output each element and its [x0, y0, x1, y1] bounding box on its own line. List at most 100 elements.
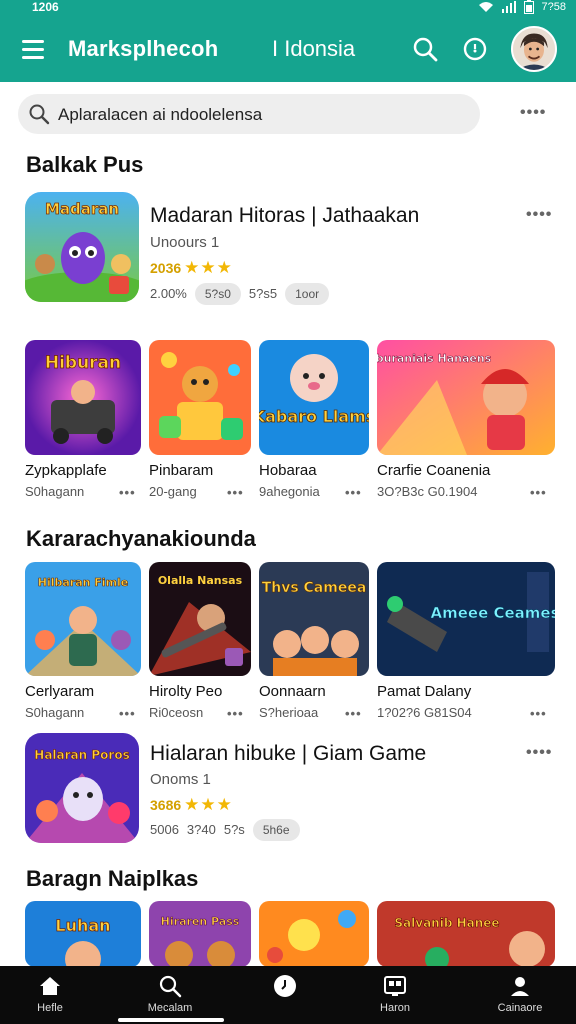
nav-label: Hefle — [37, 1002, 63, 1014]
meta-value: 5?s — [223, 822, 245, 837]
home-icon — [40, 977, 60, 995]
more-options-icon[interactable]: ••• — [119, 485, 136, 500]
app-card-name[interactable]: Oonnaarn — [259, 683, 326, 700]
more-options-icon[interactable]: ••• — [345, 485, 362, 500]
app-title[interactable]: Hialaran hibuke | Giam Game — [150, 742, 426, 766]
app-card-image[interactable]: Salvanib Hanee — [377, 901, 555, 967]
menu-icon[interactable] — [22, 40, 44, 59]
nav-item-home[interactable]: Hefle — [5, 974, 95, 1014]
app-card-sub: 3O?B3c G0.1904 — [377, 484, 478, 499]
app-title[interactable]: Madaran Hitoras | Jathaakan — [150, 204, 419, 228]
rating-value: 2036 — [150, 260, 182, 276]
app-subtitle: Onoms 1 — [150, 771, 211, 788]
app-subtitle: Unoours 1 — [150, 234, 220, 251]
art-label: Madaran — [45, 200, 119, 218]
app-title: Marksplhecoh — [68, 36, 219, 61]
app-card-image[interactable]: Olalla Nansas — [149, 562, 251, 676]
avatar-face-icon — [513, 28, 555, 70]
top-app-bar: 1206 7?58 Marksplhecoh I Idonsia — [0, 0, 576, 82]
app-card-image[interactable]: Ameee Ceames — [377, 562, 555, 676]
app-meta: 5006 3?40 5?s 5h6e — [150, 818, 300, 841]
meta-chip: 1oor — [285, 282, 330, 305]
art-label: Salvanib Hanee — [394, 916, 499, 930]
more-options-icon[interactable]: ••• — [119, 706, 136, 721]
star-rating-icon: ★★★ — [184, 258, 233, 277]
signal-icon — [501, 1, 516, 13]
nav-label: Cainaore — [497, 1002, 543, 1014]
app-card-name[interactable]: Cerlyaram — [25, 683, 94, 700]
more-options-icon[interactable]: ••• — [345, 706, 362, 721]
app-card-image[interactable]: Kabaro Llams — [259, 340, 369, 455]
more-options-icon[interactable]: •••• — [520, 104, 546, 122]
art-label: Olalla Nansas — [158, 574, 243, 587]
home-indicator — [118, 1018, 224, 1022]
app-card-image[interactable] — [259, 901, 369, 967]
meta-value: 3?40 — [186, 822, 216, 837]
wifi-icon — [478, 2, 493, 12]
more-options-icon[interactable]: ••• — [530, 485, 547, 500]
app-card-name[interactable]: Hirolty Peo — [149, 683, 222, 700]
app-card-sub: S?herioaa — [259, 705, 319, 720]
nav-item-search[interactable]: Mecalam — [125, 974, 215, 1014]
nav-item-account[interactable]: Cainaore — [475, 974, 565, 1014]
app-card-image[interactable]: Thvs Cameea — [259, 562, 369, 676]
avatar[interactable] — [511, 26, 557, 72]
meta-value: 5?s5 — [248, 286, 278, 301]
search-icon[interactable] — [412, 36, 438, 62]
search-input[interactable]: Aplaralacen ai ndoolelensa — [18, 94, 480, 134]
app-card-sub: Ri0ceosn — [149, 705, 204, 720]
app-card-image[interactable]: Hilbaran Fimle — [25, 562, 141, 676]
art-label: Hiburaniais Hanaens — [377, 352, 492, 365]
app-card-image[interactable]: Hiburan — [25, 340, 141, 455]
battery-icon — [523, 0, 534, 14]
more-options-icon[interactable]: •••• — [526, 744, 552, 762]
app-card-name[interactable]: Pinbaram — [149, 462, 213, 479]
nav-label: Haron — [380, 1002, 410, 1014]
section-title: Baragn Naiplkas — [26, 866, 199, 891]
history-icon[interactable] — [462, 36, 488, 62]
app-card-image[interactable] — [149, 340, 251, 455]
nav-item-games[interactable] — [240, 974, 330, 1002]
nav-label: Mecalam — [147, 1002, 193, 1014]
app-card-name[interactable]: Pamat Dalany — [377, 683, 471, 700]
featured-app-icon[interactable]: Halaran Poros — [25, 733, 139, 843]
art-label: Halaran Poros — [34, 748, 129, 762]
search-placeholder: Aplaralacen ai ndoolelensa — [58, 105, 263, 124]
art-label: Ameee Ceames — [430, 604, 555, 622]
games-icon — [274, 975, 296, 997]
search-icon — [29, 104, 50, 125]
app-card-image[interactable]: Luhan — [25, 901, 141, 967]
app-card-image[interactable]: Hiraren Pass — [149, 901, 251, 967]
app-card-sub: S0hagann — [25, 705, 85, 720]
status-bar: 1206 7?58 — [0, 0, 576, 16]
meta-chip: 5?s0 — [194, 282, 241, 305]
app-rating: 2036 ★★★ — [150, 258, 233, 278]
app-card-name[interactable]: Hobaraa — [259, 462, 317, 479]
app-card-name[interactable]: Zypkapplafe — [25, 462, 107, 479]
more-options-icon[interactable]: ••• — [530, 706, 547, 721]
art-label: Hiburan — [45, 353, 121, 373]
app-card-sub: 20-gang — [149, 484, 197, 499]
rating-value: 3686 — [150, 797, 182, 813]
more-options-icon[interactable]: ••• — [227, 485, 244, 500]
status-time: 1206 — [32, 0, 59, 14]
app-card-sub: 1?02?6 G81S04 — [377, 705, 472, 720]
nav-item-apps[interactable]: Haron — [350, 974, 440, 1014]
more-options-icon[interactable]: •••• — [526, 206, 552, 224]
art-label: Kabaro Llams — [259, 407, 369, 426]
app-card-image[interactable]: Hiburaniais Hanaens — [377, 340, 555, 455]
bottom-navigation: Hefle Mecalam Haron Cainaore — [0, 966, 576, 1024]
more-options-icon[interactable]: ••• — [227, 706, 244, 721]
star-rating-icon: ★★★ — [184, 795, 233, 814]
app-card-name[interactable]: Crarfie Coanenia — [377, 462, 490, 479]
region-label[interactable]: I Idonsia — [272, 36, 355, 62]
meta-value: 2.00% — [150, 286, 187, 301]
section-title: Kararachyanakiounda — [26, 526, 256, 551]
status-icons: 7?58 — [478, 0, 566, 14]
meta-chip: 5h6e — [252, 818, 300, 841]
battery-text: 7?58 — [541, 1, 566, 13]
search-icon — [159, 975, 182, 998]
apps-icon — [384, 976, 406, 996]
featured-app-icon[interactable]: Madaran — [25, 192, 139, 302]
section-title: Balkak Pus — [26, 152, 144, 177]
